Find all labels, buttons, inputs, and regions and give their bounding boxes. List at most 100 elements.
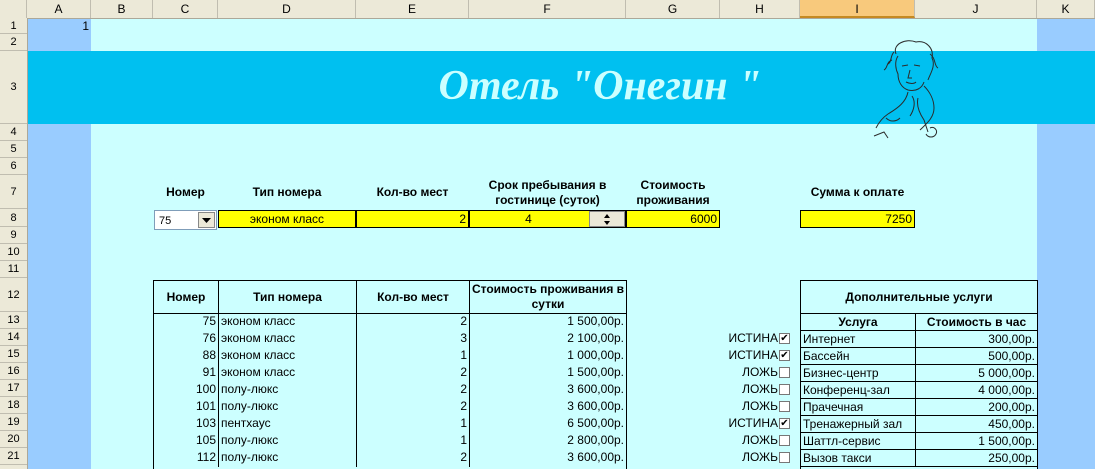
rooms-cell-seats[interactable]: 2 — [356, 381, 470, 399]
cell-a1[interactable]: 1 — [27, 18, 91, 34]
row-header[interactable]: 7 — [0, 175, 27, 209]
rooms-cell-type[interactable]: полу-люкс — [218, 432, 357, 450]
service-name[interactable]: Вызов такси — [800, 449, 916, 467]
cost-value[interactable]: 6000 — [626, 210, 720, 228]
row-header[interactable]: 13 — [0, 312, 27, 329]
rooms-cell-price[interactable]: 1 500,00р. — [469, 313, 627, 331]
row-header[interactable]: 2 — [0, 34, 27, 51]
total-value[interactable]: 7250 — [800, 210, 915, 228]
row-header[interactable]: 8 — [0, 209, 27, 227]
rooms-cell-seats[interactable]: 2 — [356, 364, 470, 382]
rooms-cell-price[interactable]: 1 000,00р. — [469, 347, 627, 365]
service-name[interactable]: Тренажерный зал — [800, 415, 916, 433]
row-header[interactable]: 14 — [0, 329, 27, 346]
service-price[interactable]: 500,00р. — [915, 347, 1038, 365]
stay-spinner[interactable] — [589, 211, 625, 227]
rooms-cell-seats[interactable]: 3 — [356, 330, 470, 348]
rooms-cell-type[interactable]: эконом класс — [218, 347, 357, 365]
rooms-cell-number[interactable]: 100 — [153, 381, 219, 399]
rooms-cell-number[interactable]: 76 — [153, 330, 219, 348]
checkbox-checked[interactable]: ✔ — [779, 418, 790, 429]
row-header[interactable]: 18 — [0, 397, 27, 414]
rooms-cell-number[interactable]: 103 — [153, 415, 219, 433]
service-name[interactable]: Интернет — [800, 330, 916, 348]
row-header[interactable]: 11 — [0, 261, 27, 278]
seats-value[interactable]: 2 — [356, 210, 469, 228]
column-header[interactable]: C — [153, 0, 218, 18]
row-header[interactable]: 3 — [0, 51, 27, 124]
rooms-cell-price[interactable]: 2 100,00р. — [469, 330, 627, 348]
rooms-cell-price[interactable]: 3 600,00р. — [469, 381, 627, 399]
rooms-cell-type[interactable]: пентхаус — [218, 415, 357, 433]
rooms-cell-seats[interactable]: 1 — [356, 415, 470, 433]
rooms-cell-type[interactable]: эконом класс — [218, 313, 357, 331]
rooms-cell-price[interactable]: 1 500,00р. — [469, 364, 627, 382]
service-price[interactable]: 200,00р. — [915, 398, 1038, 416]
column-header[interactable]: J — [915, 0, 1037, 18]
rooms-cell-seats[interactable]: 2 — [356, 398, 470, 416]
column-header[interactable]: B — [91, 0, 153, 18]
service-name[interactable]: Бизнес-центр — [800, 364, 916, 382]
row-header[interactable]: 6 — [0, 158, 27, 175]
rooms-cell-seats[interactable]: 1 — [356, 347, 470, 365]
row-header[interactable]: 10 — [0, 244, 27, 261]
row-header[interactable]: 19 — [0, 414, 27, 431]
rooms-cell-type[interactable]: эконом класс — [218, 364, 357, 382]
row-header[interactable]: 4 — [0, 124, 27, 141]
rooms-cell-type[interactable]: полу-люкс — [218, 381, 357, 399]
service-price[interactable]: 300,00р. — [915, 330, 1038, 348]
row-header[interactable]: 16 — [0, 363, 27, 380]
service-price[interactable]: 1 500,00р. — [915, 432, 1038, 450]
rooms-cell-type[interactable]: полу-люкс — [218, 449, 357, 467]
spinner-up-icon[interactable] — [590, 212, 624, 219]
rooms-cell-seats[interactable]: 2 — [356, 449, 470, 467]
row-header[interactable]: 20 — [0, 431, 27, 448]
rooms-cell-price[interactable]: 3 600,00р. — [469, 449, 627, 467]
checkbox-unchecked[interactable] — [779, 384, 790, 395]
spinner-down-icon[interactable] — [590, 220, 624, 227]
rooms-cell-seats[interactable]: 2 — [356, 313, 470, 331]
service-price[interactable]: 4 000,00р. — [915, 381, 1038, 399]
column-header[interactable]: D — [218, 0, 356, 18]
rooms-cell-number[interactable]: 105 — [153, 432, 219, 450]
column-header-selected[interactable]: I — [800, 0, 915, 18]
checkbox-checked[interactable]: ✔ — [779, 333, 790, 344]
select-all-corner[interactable] — [0, 0, 27, 18]
service-name[interactable]: Бассейн — [800, 347, 916, 365]
service-name[interactable]: Конференц-зал — [800, 381, 916, 399]
service-name[interactable]: Шаттл-сервис — [800, 432, 916, 450]
rooms-cell-number[interactable]: 112 — [153, 449, 219, 467]
row-header[interactable]: 15 — [0, 346, 27, 363]
row-header[interactable]: 17 — [0, 380, 27, 397]
service-price[interactable]: 450,00р. — [915, 415, 1038, 433]
column-header[interactable]: F — [469, 0, 626, 18]
room-number-dropdown[interactable]: 75 — [154, 210, 217, 230]
rooms-cell-type[interactable]: эконом класс — [218, 330, 357, 348]
rooms-cell-number[interactable]: 88 — [153, 347, 219, 365]
service-name[interactable]: Прачечная — [800, 398, 916, 416]
row-header[interactable]: 1 — [0, 18, 27, 34]
rooms-cell-price[interactable]: 6 500,00р. — [469, 415, 627, 433]
column-header[interactable]: H — [720, 0, 800, 18]
service-price[interactable]: 5 000,00р. — [915, 364, 1038, 382]
checkbox-unchecked[interactable] — [779, 452, 790, 463]
service-price[interactable]: 250,00р. — [915, 449, 1038, 467]
column-header[interactable]: G — [626, 0, 720, 18]
checkbox-unchecked[interactable] — [779, 435, 790, 446]
rooms-cell-type[interactable]: полу-люкс — [218, 398, 357, 416]
rooms-cell-number[interactable]: 91 — [153, 364, 219, 382]
column-header[interactable]: A — [27, 0, 91, 18]
column-header[interactable]: K — [1037, 0, 1095, 18]
dropdown-arrow-button[interactable] — [198, 212, 215, 228]
room-type-value[interactable]: эконом класс — [218, 210, 356, 228]
rooms-cell-number[interactable]: 101 — [153, 398, 219, 416]
row-header[interactable]: 9 — [0, 227, 27, 244]
rooms-cell-price[interactable]: 3 600,00р. — [469, 398, 627, 416]
column-header[interactable]: E — [356, 0, 469, 18]
checkbox-unchecked[interactable] — [779, 367, 790, 378]
rooms-cell-price[interactable]: 2 800,00р. — [469, 432, 627, 450]
checkbox-unchecked[interactable] — [779, 401, 790, 412]
rooms-cell-number[interactable]: 75 — [153, 313, 219, 331]
row-header[interactable]: 21 — [0, 448, 27, 465]
rooms-cell-seats[interactable]: 1 — [356, 432, 470, 450]
